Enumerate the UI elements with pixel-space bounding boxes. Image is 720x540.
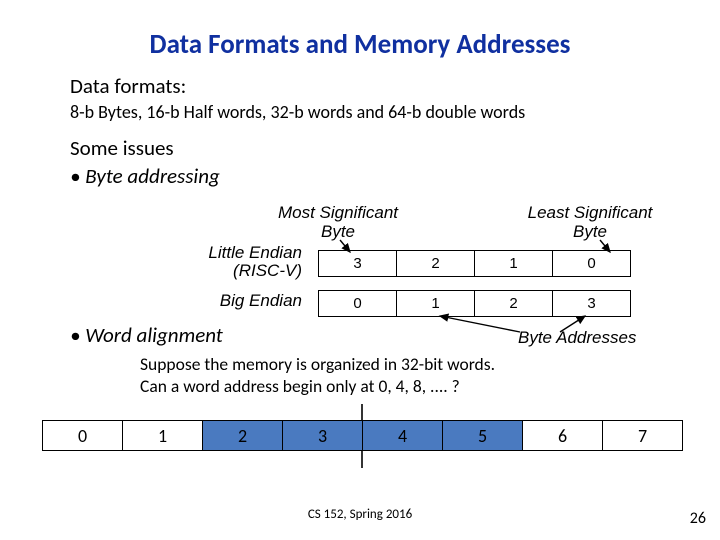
be-cell-2: 2 bbox=[475, 291, 553, 317]
mem-cell-4: 4 bbox=[363, 421, 443, 451]
lsb-label: Least Significant Byte bbox=[510, 204, 670, 241]
lsb-line1: Least Significant bbox=[528, 203, 653, 222]
le-cell-1: 2 bbox=[397, 251, 475, 277]
msb-line1: Most Significant bbox=[278, 203, 398, 222]
footer-text: CS 152, Spring 2016 bbox=[0, 507, 720, 522]
le-line2: (RISC-V) bbox=[233, 261, 302, 280]
memory-row: 0 1 2 3 4 5 6 7 bbox=[42, 420, 683, 451]
mem-cell-5: 5 bbox=[443, 421, 523, 451]
le-line1: Little Endian bbox=[208, 243, 302, 262]
mem-cell-3: 3 bbox=[283, 421, 363, 451]
suppose-line2: Can a word address begin only at 0, 4, 8… bbox=[140, 375, 460, 397]
slide-title: Data Formats and Memory Addresses bbox=[0, 0, 720, 73]
msb-label: Most Significant Byte bbox=[258, 204, 418, 241]
msb-line2: Byte bbox=[321, 222, 355, 241]
big-endian-row: 0 1 2 3 bbox=[318, 290, 631, 317]
be-cell-3: 3 bbox=[553, 291, 631, 317]
mem-cell-1: 1 bbox=[123, 421, 203, 451]
suppose-text: Suppose the memory is organized in 32-bi… bbox=[140, 354, 495, 398]
page-number: 26 bbox=[690, 509, 706, 528]
bullet-byte-addressing: • Byte addressing bbox=[0, 161, 720, 189]
little-endian-label: Little Endian (RISC-V) bbox=[162, 244, 302, 280]
lsb-line2: Byte bbox=[573, 222, 607, 241]
le-cell-2: 1 bbox=[475, 251, 553, 277]
big-endian-label: Big Endian bbox=[162, 292, 302, 310]
suppose-line1: Suppose the memory is organized in 32-bi… bbox=[140, 353, 495, 375]
some-issues: Some issues bbox=[0, 123, 720, 161]
mem-cell-2: 2 bbox=[203, 421, 283, 451]
be-cell-0: 0 bbox=[319, 291, 397, 317]
data-formats-detail: 8-b Bytes, 16-b Half words, 32-b words a… bbox=[0, 99, 720, 123]
mem-cell-6: 6 bbox=[523, 421, 603, 451]
data-formats-heading: Data formats: bbox=[0, 73, 720, 99]
little-endian-row: 3 2 1 0 bbox=[318, 250, 631, 277]
bullet-word-alignment: • Word alignment bbox=[70, 322, 223, 348]
be-cell-1: 1 bbox=[397, 291, 475, 317]
byte-addresses-label: Byte Addresses bbox=[518, 328, 636, 348]
le-cell-3: 0 bbox=[553, 251, 631, 277]
mem-cell-7: 7 bbox=[603, 421, 683, 451]
le-cell-0: 3 bbox=[319, 251, 397, 277]
mem-cell-0: 0 bbox=[43, 421, 123, 451]
